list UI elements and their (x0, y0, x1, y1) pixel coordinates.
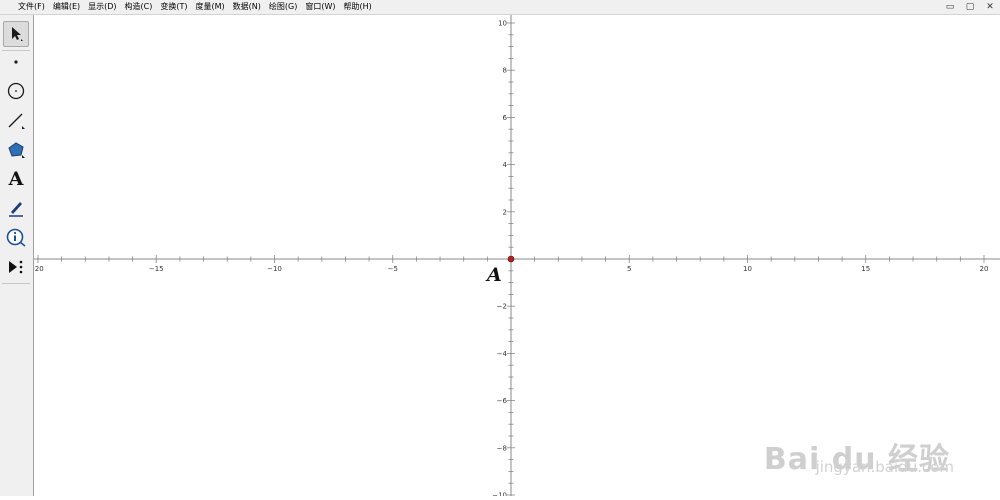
arrow-icon (12, 27, 23, 41)
x-tick-label: -20 (34, 265, 44, 273)
info-icon (6, 228, 26, 247)
point-icon (14, 60, 18, 64)
pen-icon (9, 202, 23, 217)
x-tick-label: 15 (861, 265, 870, 273)
y-tick-label: 2 (503, 208, 507, 216)
x-tick-label: 10 (743, 265, 752, 273)
straightedge-tool[interactable] (3, 108, 29, 134)
point-A[interactable] (507, 255, 515, 263)
toolbox-separator (2, 283, 30, 284)
menu-construct[interactable]: 构造(C) (121, 0, 157, 14)
toolbox: A (0, 15, 34, 496)
line-segment-icon (8, 113, 25, 129)
menu-file[interactable]: 文件(F) (0, 0, 49, 14)
watermark-url: jingyan.baidu.com (815, 458, 954, 476)
minimize-icon[interactable]: ▭ (944, 1, 956, 13)
y-tick-label: 10 (498, 20, 507, 28)
point-label-A: A (485, 264, 502, 286)
y-tick-label: 8 (503, 67, 507, 75)
close-icon[interactable]: ✕ (984, 1, 996, 13)
menu-bar: 文件(F) 编辑(E) 显示(D) 构造(C) 变换(T) 度量(M) 数据(N… (0, 0, 1000, 15)
menu-help[interactable]: 帮助(H) (340, 0, 376, 14)
compass-tool[interactable] (3, 78, 29, 104)
x-tick-label: −5 (388, 265, 398, 273)
y-tick-label: −6 (497, 397, 508, 405)
menu-display[interactable]: 显示(D) (84, 0, 120, 14)
menu-measure[interactable]: 度量(M) (192, 0, 229, 14)
circle-icon (7, 82, 25, 100)
y-tick-label: −10 (492, 492, 507, 497)
polygon-tool[interactable] (3, 137, 29, 163)
y-tick-label: 4 (503, 161, 508, 169)
point-tool[interactable] (3, 49, 29, 75)
restore-icon[interactable]: ▢ (964, 1, 976, 13)
information-tool[interactable] (3, 225, 29, 251)
selection-arrow-tool[interactable] (3, 21, 29, 47)
marker-tool[interactable] (3, 195, 29, 221)
text-a-icon: A (8, 168, 24, 190)
y-tick-label: −8 (497, 444, 507, 452)
x-tick-label: 5 (627, 265, 631, 273)
play-more-icon (9, 260, 23, 274)
custom-tool[interactable] (3, 254, 29, 280)
sketch-canvas[interactable]: -20 −15 −10 −5 5 10 15 20 10 8 6 4 2 −2 −4 −6 −8 −10 A (32, 15, 1000, 500)
menu-transform[interactable]: 变换(T) (156, 0, 191, 14)
y-tick-label: 6 (503, 114, 508, 122)
y-tick-label: −2 (497, 303, 507, 311)
menu-window[interactable]: 窗口(W) (301, 0, 339, 14)
x-tick-label: −15 (149, 265, 164, 273)
menu-edit[interactable]: 编辑(E) (49, 0, 84, 14)
text-tool[interactable]: A (3, 166, 29, 192)
y-tick-label: −4 (497, 350, 508, 358)
x-tick-label: 20 (980, 265, 989, 273)
menu-graph[interactable]: 绘图(G) (265, 0, 301, 14)
window-controls: ▭ ▢ ✕ (944, 1, 996, 13)
coordinate-plane[interactable]: -20 −15 −10 −5 5 10 15 20 10 8 6 4 2 −2 −4 −6 −8 −10 A (32, 15, 1000, 500)
x-tick-label: −10 (267, 265, 282, 273)
menu-number[interactable]: 数据(N) (229, 0, 265, 14)
polygon-icon (8, 142, 25, 158)
